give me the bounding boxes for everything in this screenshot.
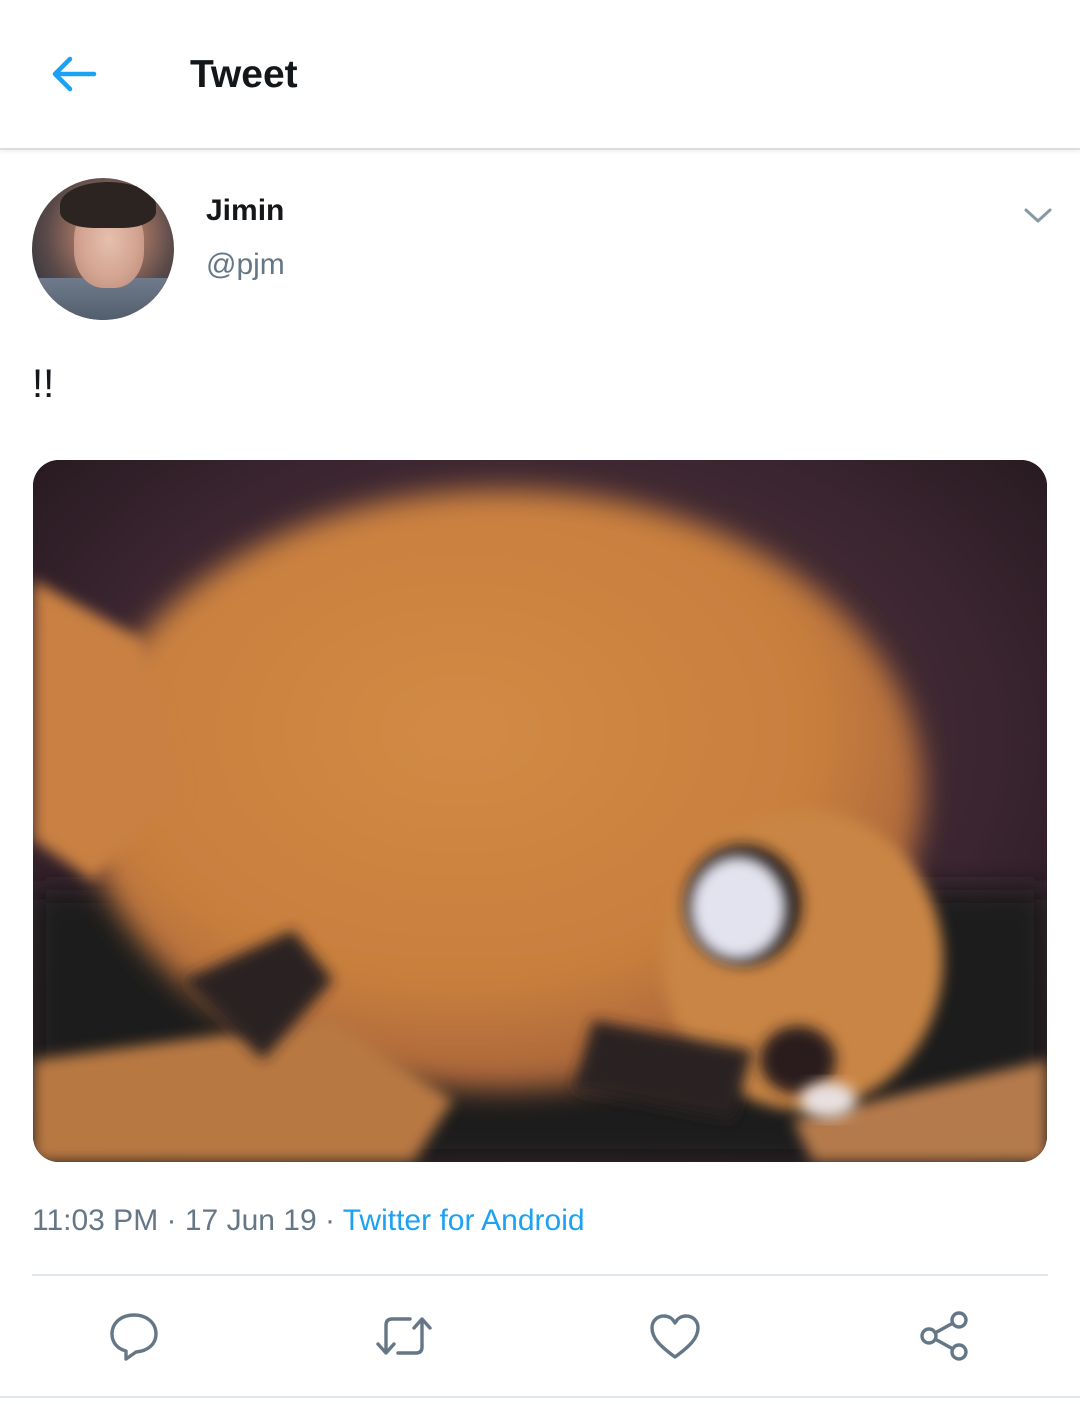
tweet-media-image[interactable]	[33, 460, 1047, 1162]
retweet-button[interactable]	[374, 1306, 434, 1366]
tweet-date: 17 Jun 19	[184, 1204, 317, 1237]
tweet-meta: 11:03 PM · 17 Jun 19 · Twitter for Andro…	[32, 1204, 585, 1238]
tweet-time: 11:03 PM	[32, 1204, 159, 1237]
retweet-icon	[376, 1317, 432, 1355]
top-app-bar: Tweet	[0, 0, 1080, 150]
tweet-text: !!	[32, 362, 55, 406]
meta-separator: ·	[158, 1204, 185, 1237]
arrow-left-icon	[52, 56, 97, 92]
chevron-down-icon	[1024, 208, 1052, 223]
share-button[interactable]	[914, 1306, 974, 1366]
author-handle[interactable]: @pjm	[206, 248, 285, 282]
divider	[32, 1274, 1048, 1276]
meta-separator: ·	[316, 1204, 343, 1237]
tweet-detail-screen: Tweet Jimin @pjm !! 11:03 PM · 17 Jun 19…	[0, 0, 1080, 1404]
back-button[interactable]	[44, 46, 104, 102]
reply-bubble-icon	[110, 1313, 158, 1361]
author-name[interactable]: Jimin	[206, 194, 284, 228]
avatar[interactable]	[32, 178, 174, 320]
reply-button[interactable]	[104, 1306, 164, 1366]
like-button[interactable]	[645, 1306, 705, 1366]
more-options-button[interactable]	[1018, 200, 1058, 232]
heart-icon	[650, 1314, 700, 1359]
tweet-source-link[interactable]: Twitter for Android	[343, 1204, 585, 1237]
page-title: Tweet	[190, 53, 298, 96]
divider	[0, 1396, 1080, 1398]
share-icon	[920, 1311, 968, 1361]
